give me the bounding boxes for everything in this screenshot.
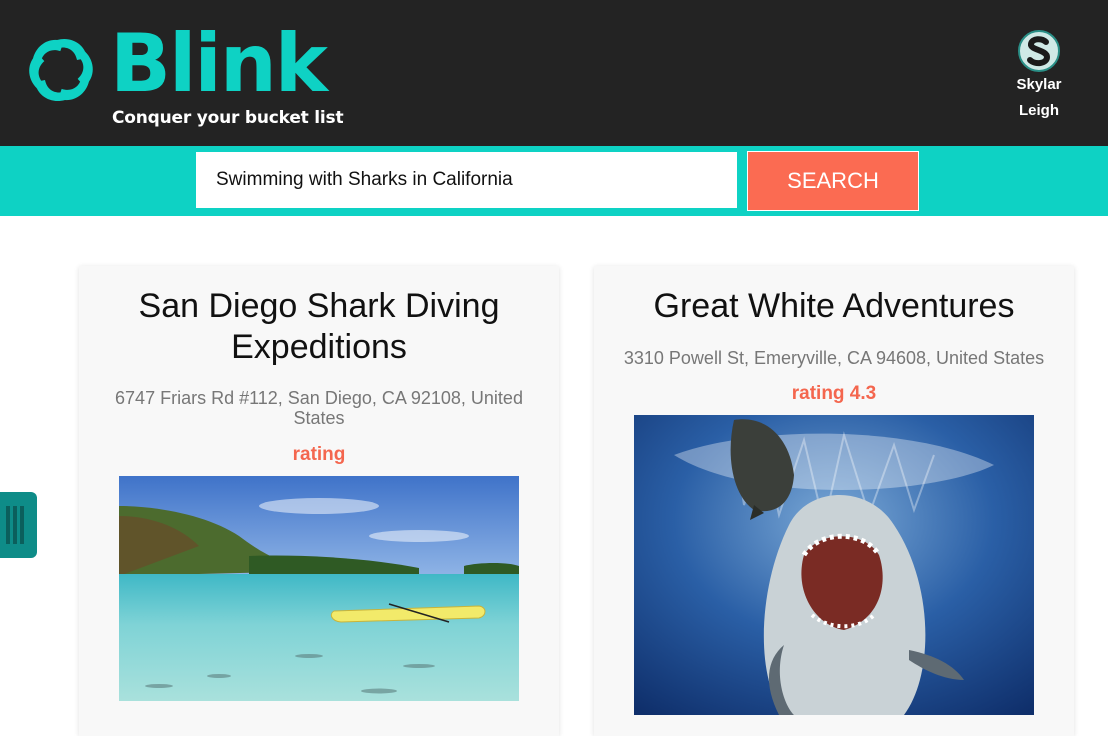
search-bar: SEARCH [0, 146, 1108, 216]
result-address: 3310 Powell St, Emeryville, CA 94608, Un… [623, 348, 1045, 368]
result-rating: rating [292, 444, 346, 465]
swirl-logo-icon[interactable] [24, 33, 98, 107]
result-card[interactable]: Great White Adventures 3310 Powell St, E… [594, 266, 1074, 736]
user-avatar-icon[interactable] [1018, 30, 1060, 72]
result-rating: rating 4.3 [791, 383, 877, 404]
result-address: 6747 Friars Rd #112, San Diego, CA 92108… [115, 388, 523, 428]
brand-tagline: Conquer your bucket list [112, 108, 344, 128]
user-first-name: Skylar [1016, 76, 1062, 93]
search-button[interactable]: SEARCH [747, 151, 919, 211]
result-title[interactable]: San Diego Shark Diving Expeditions [109, 286, 529, 368]
user-profile[interactable]: Skylar Leigh [1004, 30, 1074, 124]
result-title[interactable]: Great White Adventures [624, 286, 1044, 327]
great-white-shark-photo[interactable] [634, 415, 1034, 715]
header: Blink Conquer your bucket list Skylar Le… [0, 0, 1108, 146]
user-last-name: Leigh [1019, 102, 1059, 119]
lagoon-kayak-photo[interactable] [119, 476, 519, 701]
brand-name[interactable]: Blink [110, 18, 328, 110]
result-card[interactable]: San Diego Shark Diving Expeditions 6747 … [79, 266, 559, 736]
search-input[interactable] [196, 152, 737, 208]
drag-handle-icon[interactable] [0, 492, 37, 558]
